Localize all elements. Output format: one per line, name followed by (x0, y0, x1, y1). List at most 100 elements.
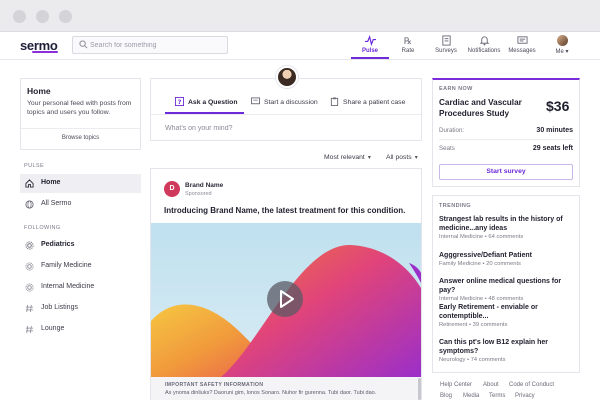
hashtag-icon (25, 325, 34, 334)
rate-icon: ℞ (403, 36, 411, 46)
sidebar-item-job-listings[interactable]: Job Listings (20, 299, 141, 318)
play-button[interactable] (266, 280, 304, 318)
tab-ask-question[interactable]: ? Ask a Question (175, 97, 237, 111)
earn-now-label: EARN NOW (439, 86, 473, 92)
safety-info-text: As ynoma dinliuks? Daoruni gim, lonos So… (165, 390, 377, 396)
seats-value: 29 seats left (532, 145, 573, 152)
sidebar-item-internal-medicine[interactable]: Internal Medicine (20, 278, 141, 297)
nav-pulse-label: Pulse (361, 48, 378, 54)
sidebar-item-label: Internal Medicine (41, 283, 95, 290)
footer-blog[interactable]: Blog (440, 393, 452, 399)
survey-amount: $36 (546, 98, 570, 114)
nav-me-label: Me ▾ (555, 49, 569, 55)
browse-topics-link[interactable]: Browse topics (21, 135, 140, 141)
footer-help-center[interactable]: Help Center (440, 382, 472, 388)
safety-info-title: IMPORTANT SAFETY INFORMATION (165, 382, 264, 388)
divider (439, 139, 573, 140)
filter-dropdown[interactable]: All posts ▾ (386, 154, 418, 161)
footer-privacy[interactable]: Privacy (515, 393, 535, 399)
sidebar-item-label: Job Listings (41, 304, 78, 311)
survey-title: Cardiac and Vascular Procedures Study (439, 98, 522, 118)
post-input[interactable] (165, 121, 405, 135)
trending-label: TRENDING (439, 203, 471, 209)
sponsored-label: Sponsored (185, 191, 212, 197)
start-survey-button[interactable]: Start survey (439, 164, 573, 180)
brand-avatar[interactable]: D (164, 181, 180, 197)
nav-messages[interactable]: Messages (503, 35, 541, 59)
svg-text:℞: ℞ (403, 36, 411, 46)
window-maximize-button[interactable] (59, 10, 72, 23)
nav-rate-label: Rate (401, 48, 415, 54)
duration-label: Duration: (439, 127, 465, 134)
sidebar-item-label: Pediatrics (41, 241, 75, 248)
footer-media[interactable]: Media (463, 393, 479, 399)
scrollbar[interactable] (418, 378, 421, 400)
tab-share-patient-case[interactable]: Share a patient case (330, 97, 405, 111)
topic-gear-icon (25, 283, 34, 292)
trending-item[interactable]: Can this pt's low B12 explain her sympto… (439, 338, 577, 363)
nav-rate[interactable]: ℞ Rate (389, 35, 427, 59)
home-card-title: Home (27, 86, 51, 96)
browser-chrome (0, 0, 600, 32)
duration-row: Duration: 30 minutes (439, 127, 573, 134)
tab-start-discussion[interactable]: Start a discussion (251, 97, 318, 111)
footer-about[interactable]: About (483, 382, 499, 388)
divider (21, 128, 140, 129)
nav-messages-label: Messages (508, 48, 536, 54)
nav-notifications-label: Notifications (467, 48, 501, 54)
messages-icon (516, 36, 528, 44)
pulse-section-label: PULSE (24, 163, 45, 169)
home-icon (25, 179, 34, 188)
chevron-down-icon: ▾ (367, 155, 371, 161)
question-icon: ? (175, 97, 184, 106)
window-close-button[interactable] (13, 10, 26, 23)
sidebar-item-label: Family Medicine (41, 262, 92, 269)
globe-icon (25, 200, 34, 209)
search-input[interactable] (90, 37, 225, 53)
chevron-down-icon: ▾ (414, 155, 418, 161)
sidebar-item-home[interactable]: Home (20, 174, 141, 193)
footer-terms[interactable]: Terms (489, 393, 505, 399)
post-title[interactable]: Introducing Brand Name, the latest treat… (164, 206, 414, 215)
topic-gear-icon (25, 241, 34, 250)
bell-icon (479, 36, 489, 46)
following-section-label: FOLLOWING (24, 225, 61, 231)
svg-text:?: ? (178, 99, 182, 106)
nav-notifications[interactable]: Notifications (465, 35, 503, 59)
sidebar-item-pediatrics[interactable]: Pediatrics (20, 236, 141, 255)
sidebar-item-label: Home (41, 179, 61, 186)
nav-me[interactable]: Me ▾ (543, 35, 581, 59)
clipboard-icon (330, 97, 339, 106)
sidebar-item-lounge[interactable]: Lounge (20, 320, 141, 339)
nav-pulse[interactable]: Pulse (351, 35, 389, 59)
home-card-description: Your personal feed with posts from topic… (27, 100, 132, 116)
seats-row: Seats 29 seats left (439, 145, 573, 152)
avatar-icon (556, 35, 568, 46)
sidebar-item-label: All Sermo (41, 200, 72, 207)
surveys-icon (441, 35, 451, 46)
search-icon (79, 40, 88, 49)
hashtag-icon (25, 304, 34, 313)
brand-name[interactable]: Brand Name (185, 182, 223, 189)
nav-surveys-label: Surveys (435, 48, 457, 54)
trending-item[interactable]: Agggressive/Defiant Patient Family Medic… (439, 251, 577, 267)
nav-surveys[interactable]: Surveys (427, 35, 465, 59)
safety-info-panel (151, 377, 421, 400)
duration-value: 30 minutes (536, 127, 573, 134)
pulse-icon (364, 35, 376, 46)
window-minimize-button[interactable] (36, 10, 49, 23)
sidebar-item-label: Lounge (41, 325, 65, 332)
sidebar-item-family-medicine[interactable]: Family Medicine (20, 257, 141, 276)
divider (151, 114, 421, 115)
trending-item[interactable]: Early Retirement - enviable or contempti… (439, 303, 577, 328)
nav-active-indicator (351, 57, 389, 59)
trending-item[interactable]: Strangest lab results in the history of … (439, 215, 577, 240)
sort-dropdown[interactable]: Most relevant ▾ (324, 154, 371, 161)
footer-code-of-conduct[interactable]: Code of Conduct (509, 382, 554, 388)
trending-item[interactable]: Answer online medical questions for pay?… (439, 277, 577, 302)
discussion-icon (251, 97, 260, 105)
logo-underline (32, 51, 58, 53)
sidebar-item-all-sermo[interactable]: All Sermo (20, 195, 141, 214)
avatar (276, 66, 298, 88)
seats-label: Seats (439, 145, 455, 152)
